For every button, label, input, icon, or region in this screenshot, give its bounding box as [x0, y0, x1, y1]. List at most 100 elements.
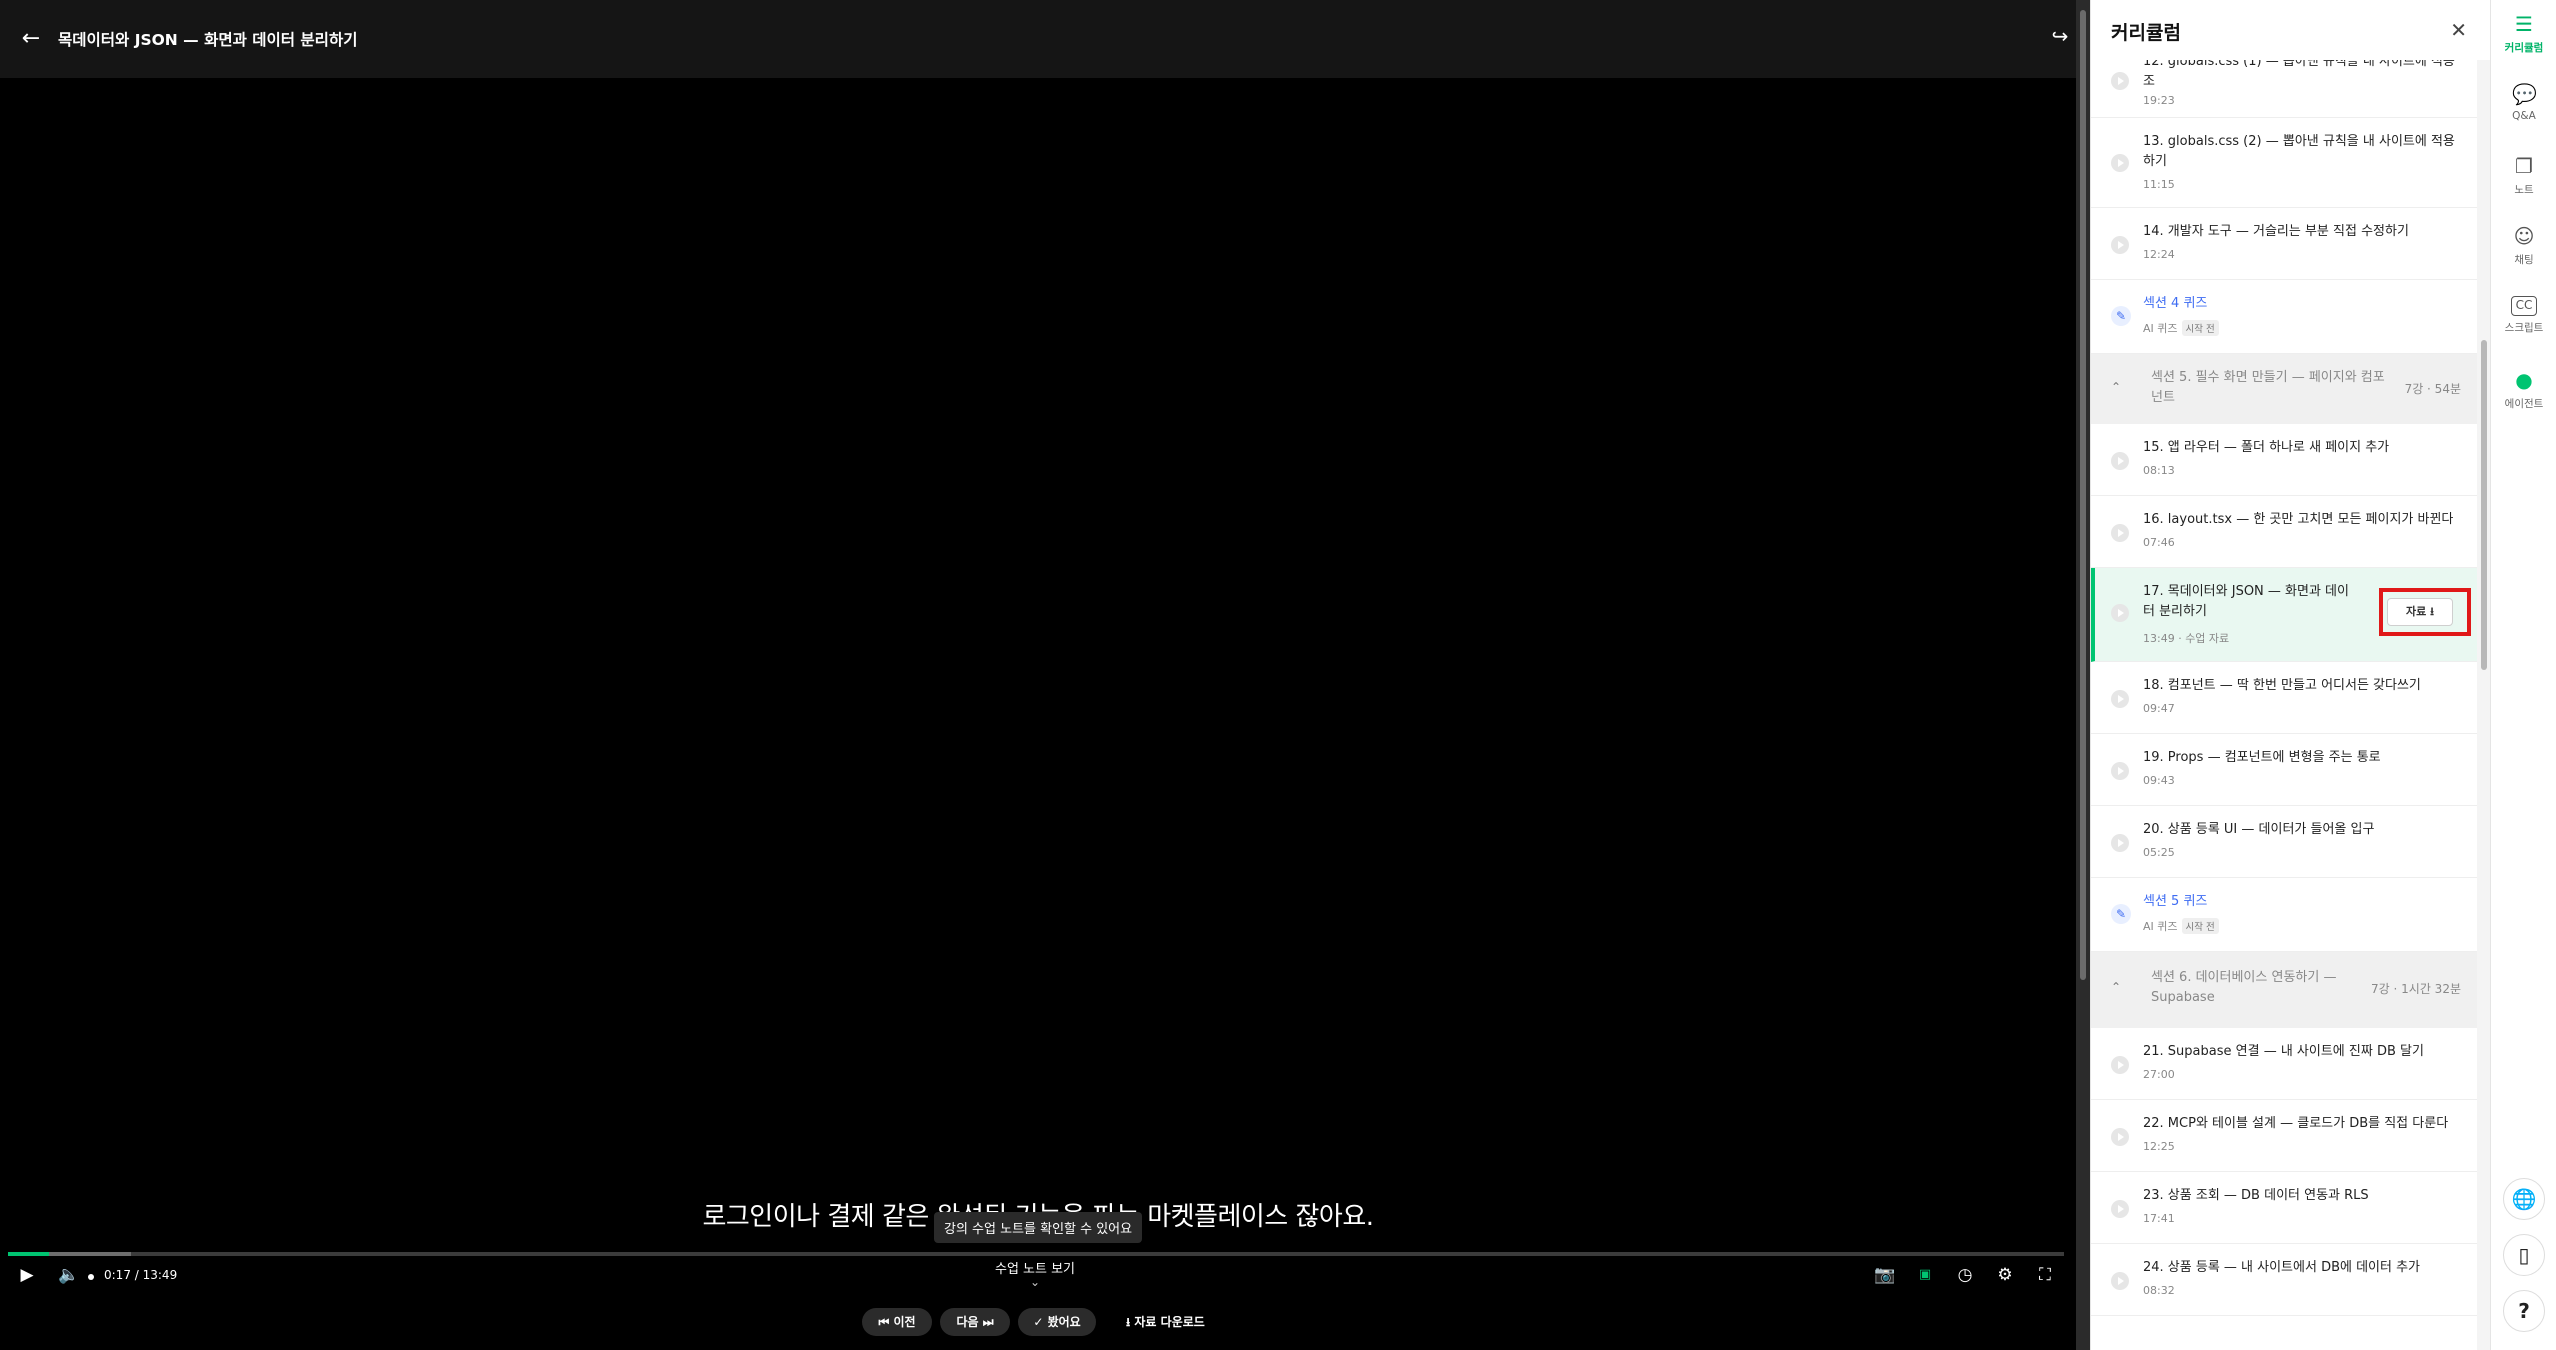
section-title: 섹션 6. 데이터베이스 연동하기 — Supabase	[2151, 970, 2337, 1005]
section-title: 섹션 5. 필수 화면 만들기 — 페이지와 컴포넌트	[2151, 370, 2385, 405]
section-header-5[interactable]: ⌃ 섹션 5. 필수 화면 만들기 — 페이지와 컴포넌트 7강 · 54분	[2091, 354, 2477, 424]
lesson-title: 15. 앱 라우터 — 폴더 하나로 새 페이지 추가	[2143, 440, 2390, 455]
notes-toggle-button[interactable]: 수업 노트 보기 ⌄	[960, 1258, 1110, 1289]
checklist-icon: ☰	[2515, 12, 2533, 36]
subtitle-icon[interactable]: ▣	[1912, 1262, 1938, 1288]
lesson-item[interactable]: 23. 상품 조회 — DB 데이터 연동과 RLS 17:41	[2091, 1172, 2477, 1244]
lesson-item[interactable]: 13. globals.css (2) — 뽑아낸 규칙을 내 사이트에 적용하…	[2091, 118, 2477, 208]
lesson-duration: 27:00	[2143, 1068, 2175, 1081]
rail-chat[interactable]: ☺ 채팅	[2491, 224, 2556, 267]
volume-icon[interactable]: 🔈	[56, 1262, 82, 1288]
globe-icon[interactable]: 🌐	[2503, 1178, 2545, 1220]
lesson-title: 23. 상품 조회 — DB 데이터 연동과 RLS	[2143, 1188, 2369, 1203]
notes-tooltip: 강의 수업 노트를 확인할 수 있어요	[934, 1212, 1143, 1243]
chevron-up-icon: ⌃	[2111, 380, 2122, 394]
rail-label: 커리큘럼	[2504, 42, 2544, 54]
lesson-title: 16. layout.tsx — 한 곳만 고치면 모든 페이지가 바뀐다	[2143, 512, 2454, 527]
download-materials-button[interactable]: ⭳ 자료 다운로드	[1126, 1308, 1205, 1336]
lesson-duration: 13:49 · 수업 자료	[2143, 632, 2230, 645]
rail-agent[interactable]: ● 에이전트	[2491, 368, 2556, 411]
lesson-item[interactable]: 22. MCP와 테이블 설계 — 클로드가 DB를 직접 다룬다 12:25	[2091, 1100, 2477, 1172]
rail-label: 노트	[2514, 184, 2534, 196]
lesson-title: 18. 컴포넌트 — 딱 한번 만들고 어디서든 갖다쓰기	[2143, 678, 2421, 693]
settings-gear-icon[interactable]: ⚙	[1992, 1262, 2018, 1288]
panel-header: 커리큘럼 ✕	[2091, 0, 2490, 60]
lesson-item[interactable]: 18. 컴포넌트 — 딱 한번 만들고 어디서든 갖다쓰기 09:47	[2091, 662, 2477, 734]
cc-icon: CC	[2511, 296, 2537, 316]
lesson-duration: 17:41	[2143, 1212, 2175, 1225]
quiz-status-badge: 시작 전	[2181, 918, 2219, 934]
play-circle-icon	[2111, 452, 2129, 470]
lesson-duration: 09:43	[2143, 774, 2175, 787]
rail-script[interactable]: CC 스크립트	[2491, 296, 2556, 335]
mobile-icon[interactable]: ▯	[2503, 1234, 2545, 1276]
play-circle-icon	[2111, 834, 2129, 852]
lesson-item[interactable]: 12. globals.css (1) — 뽑아낸 규칙을 내 사이트에 적용 …	[2091, 50, 2477, 118]
lesson-item[interactable]: 24. 상품 등록 — 내 사이트에서 DB에 데이터 추가 08:32	[2091, 1244, 2477, 1316]
next-icon: ⏭	[982, 1315, 994, 1329]
section-meta: 7강 · 1시간 32분	[2371, 982, 2461, 996]
rail-label: Q&A	[2512, 110, 2536, 122]
fullscreen-icon[interactable]: ⛶	[2032, 1262, 2058, 1288]
scrollbar-thumb[interactable]	[2080, 10, 2086, 980]
list-scrollbar[interactable]	[2477, 0, 2490, 1350]
lesson-title: 19. Props — 컴포넌트에 변형을 주는 통로	[2143, 750, 2381, 765]
lecture-title: 목데이터와 JSON — 화면과 데이터 분리하기	[58, 31, 358, 49]
section-header-6[interactable]: ⌃ 섹션 6. 데이터베이스 연동하기 — Supabase 7강 · 1시간 …	[2091, 952, 2477, 1028]
agent-icon: ●	[2515, 368, 2533, 392]
player-topbar: ← 목데이터와 JSON — 화면과 데이터 분리하기 ↪	[0, 0, 2090, 78]
lesson-item[interactable]: 19. Props — 컴포넌트에 변형을 주는 통로 09:43	[2091, 734, 2477, 806]
close-icon[interactable]: ✕	[2450, 18, 2467, 42]
lesson-duration: 08:13	[2143, 464, 2175, 477]
lesson-title: 14. 개발자 도구 — 거슬리는 부분 직접 수정하기	[2143, 224, 2409, 239]
play-circle-icon	[2111, 236, 2129, 254]
camera-icon[interactable]: 📷	[1872, 1262, 1898, 1288]
quiz-sub: AI 퀴즈	[2143, 920, 2178, 933]
lesson-item[interactable]: 21. Supabase 연결 — 내 사이트에 진짜 DB 달기 27:00	[2091, 1028, 2477, 1100]
rail-qna[interactable]: 💬 Q&A	[2491, 82, 2556, 122]
lesson-duration: 05:25	[2143, 846, 2175, 859]
time-display: 0:17 / 13:49	[104, 1268, 178, 1282]
section-meta: 7강 · 54분	[2404, 382, 2461, 396]
watched-label: 봤어요	[1047, 1315, 1081, 1329]
scrollbar-thumb[interactable]	[2481, 340, 2487, 670]
rail-notes[interactable]: ❐ 노트	[2491, 154, 2556, 197]
chevron-down-icon: ⌄	[1029, 1275, 1041, 1289]
next-lesson-button[interactable]: 다음 ⏭	[940, 1308, 1010, 1336]
lesson-item[interactable]: 14. 개발자 도구 — 거슬리는 부분 직접 수정하기 12:24	[2091, 208, 2477, 280]
quiz-icon: ✎	[2111, 306, 2131, 326]
back-arrow-icon[interactable]: ←	[18, 26, 44, 52]
lesson-title: 24. 상품 등록 — 내 사이트에서 DB에 데이터 추가	[2143, 1260, 2421, 1275]
quiz-sub: AI 퀴즈	[2143, 322, 2178, 335]
play-circle-icon	[2111, 154, 2129, 172]
lesson-duration: 08:32	[2143, 1284, 2175, 1297]
progress-bar[interactable]	[8, 1252, 2064, 1256]
lesson-title: 17. 목데이터와 JSON — 화면과 데이터 분리하기	[2143, 584, 2349, 619]
help-icon[interactable]: ?	[2503, 1290, 2545, 1332]
play-circle-icon	[2111, 762, 2129, 780]
prev-lesson-button[interactable]: ⏮ 이전	[862, 1308, 932, 1336]
lesson-title: 21. Supabase 연결 — 내 사이트에 진짜 DB 달기	[2143, 1044, 2424, 1059]
rail-label: 스크립트	[2504, 322, 2544, 334]
lesson-nav: ⏮ 이전 다음 ⏭ ✓ 봤어요 ⭳ 자료 다운로드	[0, 1308, 2076, 1336]
play-icon[interactable]: ▶	[14, 1262, 40, 1288]
video-player[interactable]: ← 목데이터와 JSON — 화면과 데이터 분리하기 ↪ 로그인이나 결제 같…	[0, 0, 2090, 1350]
share-icon[interactable]: ↪	[2046, 24, 2074, 52]
quiz-item[interactable]: ✎ 섹션 5 퀴즈 AI 퀴즈 시작 전	[2091, 878, 2477, 952]
mark-watched-button[interactable]: ✓ 봤어요	[1018, 1308, 1096, 1336]
rail-curriculum[interactable]: ☰ 커리큘럼	[2491, 12, 2556, 55]
smile-icon: ☺	[2513, 224, 2535, 248]
volume-knob[interactable]	[88, 1274, 94, 1280]
download-icon: ⭳	[1126, 1315, 1131, 1329]
lesson-item[interactable]: 20. 상품 등록 UI — 데이터가 들어올 입구 05:25	[2091, 806, 2477, 878]
speed-icon[interactable]: ◷	[1952, 1262, 1978, 1288]
rail-label: 채팅	[2514, 254, 2534, 266]
lesson-item-active[interactable]: 17. 목데이터와 JSON — 화면과 데이터 분리하기 13:49 · 수업…	[2091, 568, 2477, 662]
chevron-up-icon: ⌃	[2111, 980, 2122, 994]
curriculum-panel: 커리큘럼 ✕ 12. globals.css (1) — 뽑아낸 규칙을 내 사…	[2090, 0, 2490, 1350]
quiz-item[interactable]: ✎ 섹션 4 퀴즈 AI 퀴즈 시작 전	[2091, 280, 2477, 354]
player-scrollbar[interactable]	[2076, 0, 2090, 1350]
lesson-item[interactable]: 16. layout.tsx — 한 곳만 고치면 모든 페이지가 바뀐다 07…	[2091, 496, 2477, 568]
lesson-item[interactable]: 15. 앱 라우터 — 폴더 하나로 새 페이지 추가 08:13	[2091, 424, 2477, 496]
lesson-duration: 19:23	[2143, 94, 2175, 107]
